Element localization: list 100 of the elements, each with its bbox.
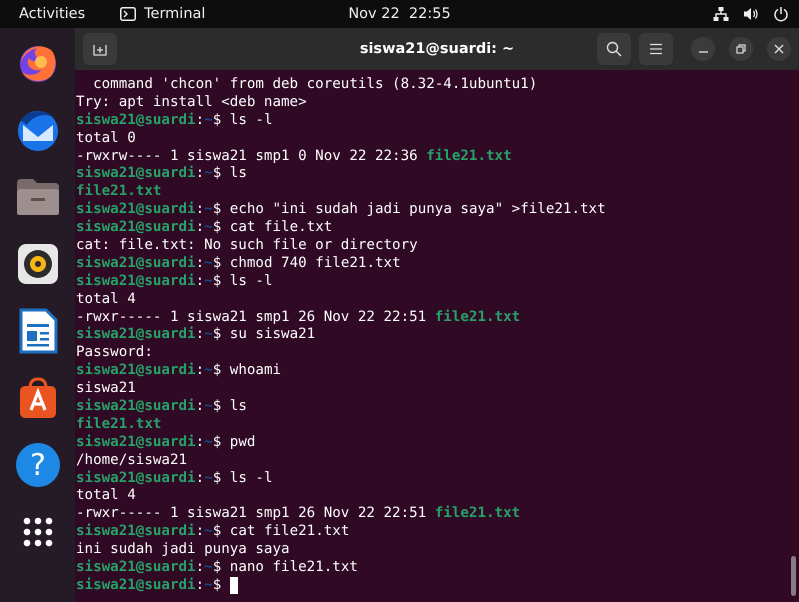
menu-button[interactable] [639,33,673,65]
file-name: file21.txt [434,308,520,326]
prompt-separator: : [196,272,204,291]
prompt-sign: $ [212,576,222,595]
prompt-user: siswa21@suardi [76,398,196,416]
close-button[interactable] [767,37,791,61]
network-icon [713,6,729,22]
clock[interactable]: Nov 22 22:55 [348,6,451,22]
output-text: command 'chcon' from deb coreutils (8.32-4.1ubuntu1) [92,76,538,94]
terminal-icon [120,7,136,21]
file-name: file21.txt [434,505,520,524]
search-icon [606,41,622,57]
prompt-path: ~ [204,112,213,130]
output-text: -rwxrw---- 1 siswa21 smp1 0 Nov 22 22:36 [76,148,419,166]
command-text: echo "ini sudah jadi punya saya" >file21.txt [228,201,606,220]
scrollbar-thumb[interactable] [791,556,796,596]
prompt-user: siswa21@suardi [76,434,196,452]
new-tab-icon [93,42,107,56]
prompt-sign: $ [212,559,222,577]
command-text: su siswa21 [228,326,316,344]
restore-button[interactable] [729,37,753,61]
prompt-separator: : [196,576,204,595]
output-text: total 4 [76,290,136,309]
prompt-sign: $ [212,470,222,488]
app-grid-icon [22,517,52,547]
prompt-sign: $ [212,254,222,273]
prompt-path: ~ [204,523,213,542]
prompt-path: ~ [204,470,213,488]
app-menu[interactable]: Terminal [144,6,206,22]
prompt-user: siswa21@suardi [76,559,196,577]
folder-icon [14,177,60,217]
prompt-sign: $ [212,201,222,220]
close-icon [774,44,784,54]
prompt-separator: : [196,559,204,577]
window-title: siswa21@suardi: ~ [360,41,514,57]
prompt-sign: $ [212,523,222,542]
file-name: file21.txt [76,416,162,434]
prompt-path: ~ [204,576,213,595]
file-name: file21.txt [76,183,162,202]
command-text: chmod 740 file21.txt [228,254,401,273]
output-text: -rwxr----- 1 siswa21 smp1 26 Nov 22 22:51 [76,308,428,326]
output-text: total 0 [76,130,136,148]
output-text: siswa21 [76,380,136,398]
command-text: ls -l [228,470,272,488]
prompt-user: siswa21@suardi [76,254,196,273]
prompt-separator: : [196,470,204,488]
prompt-separator: : [196,523,204,542]
prompt-sign: $ [212,165,222,184]
prompt-separator: : [196,398,204,416]
output-text: Try: apt install <deb name> [76,94,307,112]
shopping-bag-icon [18,376,58,420]
prompt-path: ~ [204,398,213,416]
command-text: ls [228,165,247,184]
prompt-separator: : [196,165,204,184]
prompt-user: siswa21@suardi [76,362,196,380]
prompt-sign: $ [212,112,222,130]
prompt-sign: $ [212,326,222,344]
command-text: pwd [228,434,256,452]
command-text: nano file21.txt [228,559,358,577]
prompt-user: siswa21@suardi [76,470,196,488]
new-tab-button[interactable] [83,33,117,65]
file-name: file21.txt [426,148,512,166]
speaker-icon [16,243,58,285]
output-text: -rwxr----- 1 siswa21 smp1 26 Nov 22 22:51 [76,505,428,524]
prompt-sign: $ [212,362,222,380]
prompt-separator: : [196,362,204,380]
prompt-sign: $ [212,272,222,291]
prompt-path: ~ [204,362,213,380]
prompt-path: ~ [204,254,213,273]
output-text: ini sudah jadi punya saya [76,541,290,560]
prompt-user: siswa21@suardi [76,523,196,542]
prompt-separator: : [196,219,204,238]
power-icon [773,6,789,22]
activities-button[interactable]: Activities [19,6,86,22]
minimize-button[interactable] [691,37,715,61]
prompt-path: ~ [204,165,213,184]
speaker-volume-icon [743,6,759,22]
prompt-path: ~ [204,559,213,577]
output-text: cat: file.txt: No such file or directory [76,237,418,255]
dock-item[interactable]: ? [14,442,62,488]
output-text: total 4 [76,487,136,506]
prompt-user: siswa21@suardi [76,272,196,291]
restore-icon [736,44,746,54]
prompt-separator: : [196,112,204,130]
prompt-separator: : [196,254,204,273]
command-text: whoami [228,362,282,380]
prompt-user: siswa21@suardi [76,165,196,184]
minimize-icon [698,51,708,53]
prompt-sign: $ [212,434,222,452]
prompt-sign: $ [212,219,222,238]
document-icon [18,308,58,354]
command-text: cat file21.txt [228,523,350,542]
prompt-path: ~ [204,326,213,344]
prompt-user: siswa21@suardi [76,201,196,220]
output-text: Password: [76,344,153,362]
prompt-path: ~ [204,272,213,291]
prompt-path: ~ [204,219,213,238]
prompt-user: siswa21@suardi [76,326,196,344]
search-button[interactable] [597,33,631,65]
command-text: ls [228,398,247,416]
